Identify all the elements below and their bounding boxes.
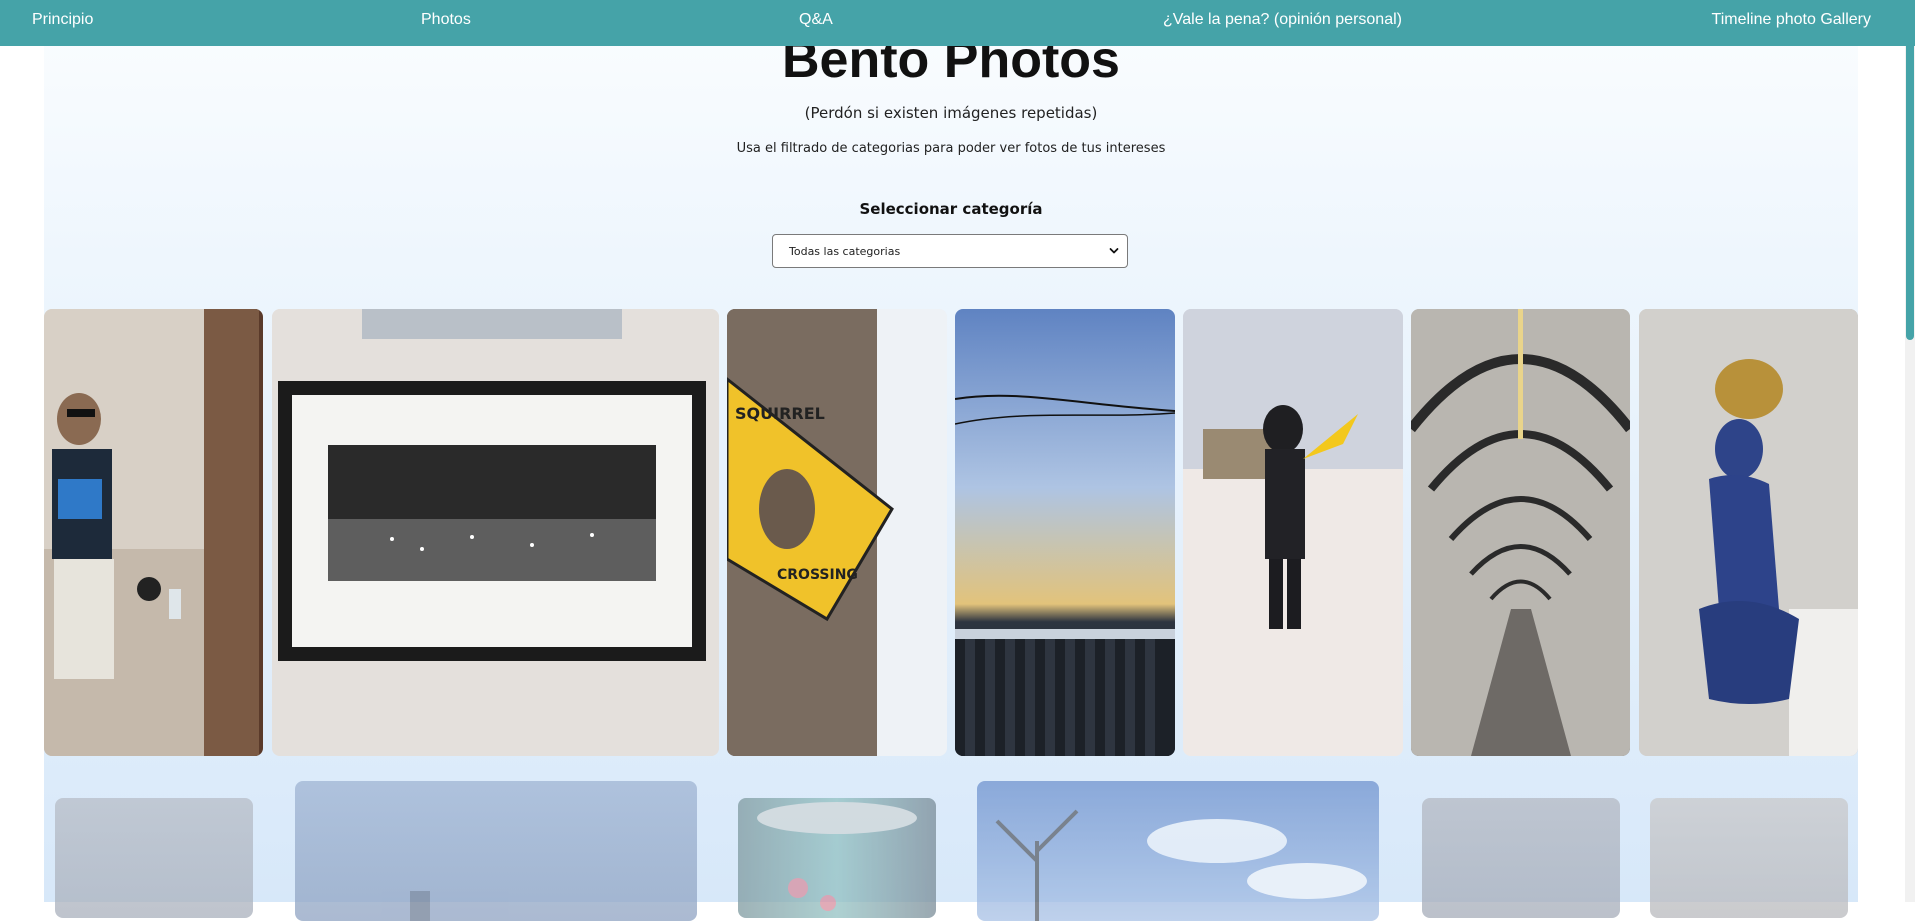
photo-thumbnail[interactable] (738, 798, 936, 918)
sign-text-crossing: CROSSING (777, 567, 858, 583)
photo-person-in-snow[interactable] (1183, 309, 1403, 756)
chevron-down-icon (1109, 248, 1119, 254)
nav-link-timeline-gallery[interactable]: Timeline photo Gallery (1712, 11, 1871, 29)
photo-sky-over-fence[interactable] (955, 309, 1175, 756)
photo-framed-city-print[interactable] (272, 309, 719, 756)
sign-text-squirrel: SQUIRREL (735, 404, 825, 423)
scrollbar-thumb[interactable] (1906, 16, 1914, 340)
nav-link-photos[interactable]: Photos (421, 11, 471, 29)
photo-blue-statue[interactable] (1639, 309, 1858, 756)
nav-link-principio[interactable]: Principio (32, 11, 93, 29)
photo-thumbnail[interactable] (1650, 798, 1848, 918)
photo-thumbnail[interactable] (1422, 798, 1620, 918)
page-subtitle: (Perdón si existen imágenes repetidas) (804, 104, 1098, 122)
photo-squirrel-crossing-sign[interactable]: SQUIRREL CROSSING (727, 309, 947, 756)
filter-hint-text: Usa el filtrado de categorias para poder… (736, 141, 1166, 156)
top-navigation-bar: Principio Photos Q&A ¿Vale la pena? (opi… (0, 0, 1915, 46)
vertical-scrollbar[interactable] (1905, 0, 1915, 902)
nav-link-qa[interactable]: Q&A (799, 11, 833, 29)
photo-mirror-selfie[interactable] (44, 309, 263, 756)
photo-arched-walkway[interactable] (1411, 309, 1630, 756)
photo-thumbnail[interactable] (295, 781, 697, 921)
photo-thumbnail[interactable] (977, 781, 1379, 921)
category-select[interactable]: Todas las categorias (772, 234, 1128, 268)
nav-link-vale-la-pena[interactable]: ¿Vale la pena? (opinión personal) (1163, 11, 1402, 29)
category-select-value: Todas las categorias (789, 245, 901, 258)
photo-thumbnail[interactable] (55, 798, 253, 918)
category-select-label: Seleccionar categoría (859, 200, 1043, 218)
